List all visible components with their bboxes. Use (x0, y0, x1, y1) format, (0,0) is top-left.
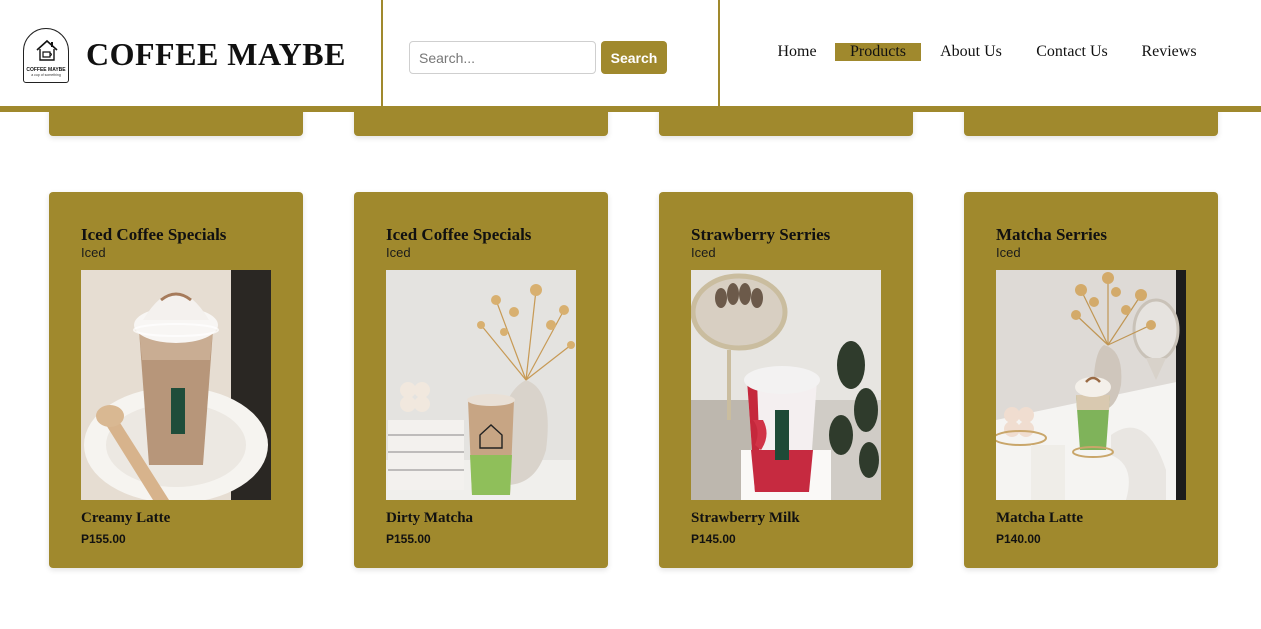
nav-products[interactable]: Products (835, 43, 921, 61)
product-card[interactable]: Iced Coffee Specials Iced Dirty Matcha P… (354, 192, 608, 568)
nav-reviews[interactable]: Reviews (1139, 42, 1199, 62)
product-price: P140.00 (996, 532, 1041, 546)
house-cup-logo-icon (36, 39, 58, 61)
product-card[interactable]: Matcha Serries Iced Matcha Latte P140.00 (964, 192, 1218, 568)
product-name: Matcha Latte (996, 510, 1084, 526)
product-photo-strawberry-milk[interactable] (691, 270, 881, 500)
brand-title[interactable]: COFFEE MAYBE (86, 36, 346, 73)
product-photo-dirty-matcha[interactable] (386, 270, 576, 500)
header-rule (0, 106, 1261, 112)
nav-contact-us[interactable]: Contact Us (1034, 42, 1110, 62)
search-input[interactable] (409, 41, 596, 74)
product-type: Iced (996, 245, 1021, 260)
product-photo-creamy-latte[interactable] (81, 270, 271, 500)
product-category: Iced Coffee Specials (386, 225, 532, 244)
nav-home[interactable]: Home (775, 42, 819, 62)
product-photo-matcha-latte[interactable] (996, 270, 1186, 500)
header-divider (381, 0, 383, 106)
header-divider (718, 0, 720, 106)
logo-subtext: a cup of something (31, 73, 61, 77)
product-type: Iced (386, 245, 411, 260)
product-category: Strawberry Serries (691, 225, 831, 244)
search-button[interactable]: Search (601, 41, 667, 74)
product-price: P155.00 (81, 532, 126, 546)
product-price: P145.00 (691, 532, 736, 546)
product-name: Creamy Latte (81, 510, 171, 526)
product-name: Dirty Matcha (386, 510, 474, 526)
product-card[interactable]: Iced Coffee Specials Iced Creamy Latte P… (49, 192, 303, 568)
site-header: COFFEE MAYBE a cup of something COFFEE M… (0, 0, 1261, 106)
product-name: Strawberry Milk (691, 510, 800, 526)
product-type: Iced (81, 245, 106, 260)
product-type: Iced (691, 245, 716, 260)
product-price: P155.00 (386, 532, 431, 546)
product-card[interactable]: Strawberry Serries Iced Strawberry Milk … (659, 192, 913, 568)
product-category: Iced Coffee Specials (81, 225, 227, 244)
logo[interactable]: COFFEE MAYBE a cup of something (23, 28, 69, 83)
nav-about-us[interactable]: About Us (937, 42, 1005, 62)
product-category: Matcha Serries (996, 225, 1107, 244)
